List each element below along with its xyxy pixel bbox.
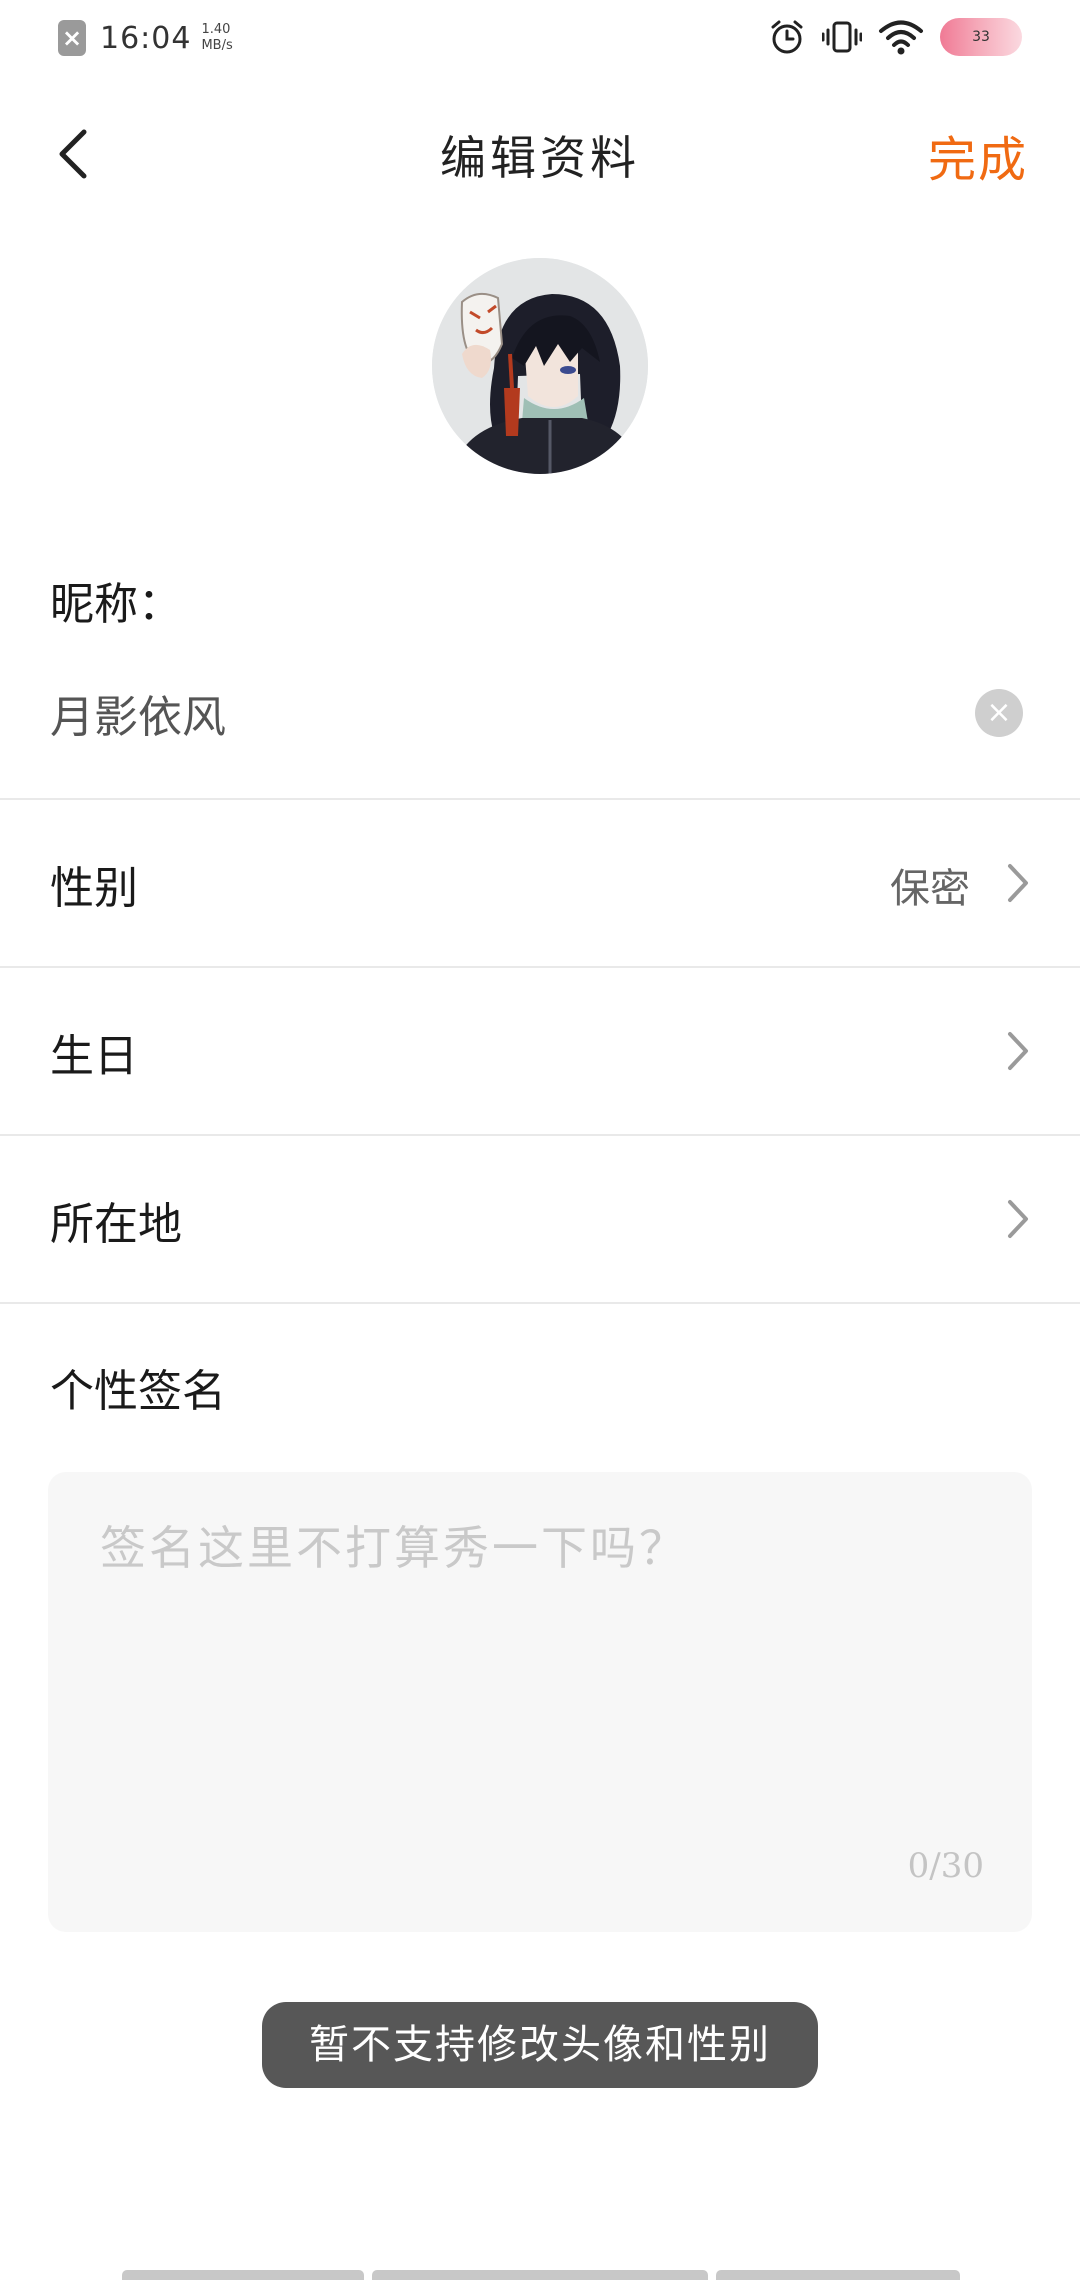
chevron-right-icon: [1008, 1200, 1028, 1238]
notification-x-icon: ×: [58, 20, 86, 56]
location-row[interactable]: 所在地: [0, 1136, 1080, 1302]
nav-segment: [122, 2270, 364, 2280]
signature-box: 0/30: [48, 1472, 1032, 1932]
network-speed: 1.40 MB/s: [201, 22, 232, 54]
chevron-right-icon: [1008, 864, 1028, 902]
nav-segment: [716, 2270, 960, 2280]
status-bar: × 16:04 1.40 MB/s 33: [0, 0, 1080, 80]
navigation-bar: [0, 2270, 1080, 2280]
page-title: 编辑资料: [440, 131, 640, 185]
signature-char-count: 0/30: [907, 1846, 984, 1886]
wifi-icon: [878, 18, 924, 56]
gender-row[interactable]: 性别 保密: [0, 800, 1080, 966]
done-button[interactable]: 完成: [928, 120, 1028, 190]
network-speed-unit: MB/s: [201, 38, 233, 53]
edit-profile-screen: × 16:04 1.40 MB/s 33 编辑资料 完成 昵称： 月影依风 × …: [0, 0, 1080, 2280]
vibrate-icon: [822, 18, 862, 56]
status-time: 16:04: [100, 20, 192, 56]
nickname-input[interactable]: [50, 680, 930, 746]
alarm-icon: [768, 18, 806, 56]
signature-input[interactable]: [100, 1512, 980, 1812]
battery-icon: 33: [940, 18, 1022, 56]
nav-segment: [372, 2270, 708, 2280]
network-speed-value: 1.40: [201, 22, 231, 37]
birthday-row[interactable]: 生日: [0, 968, 1080, 1134]
avatar-image: [432, 258, 648, 474]
divider: [0, 1302, 1080, 1304]
toast-message: 暂不支持修改头像和性别: [262, 2002, 818, 2088]
nickname-label: 昵称：: [50, 579, 182, 630]
location-label: 所在地: [50, 1199, 182, 1250]
battery-level: 33: [972, 29, 990, 45]
status-left: × 16:04 1.40 MB/s: [58, 20, 233, 56]
gender-value: 保密: [890, 866, 970, 912]
birthday-label: 生日: [50, 1031, 138, 1082]
clear-icon[interactable]: ×: [975, 689, 1023, 737]
gender-label: 性别: [50, 863, 138, 914]
header-bar: 编辑资料 完成: [0, 100, 1080, 210]
signature-label: 个性签名: [50, 1366, 226, 1417]
chevron-right-icon: [1008, 1032, 1028, 1070]
status-right: 33: [768, 18, 1022, 56]
avatar[interactable]: [432, 258, 648, 474]
